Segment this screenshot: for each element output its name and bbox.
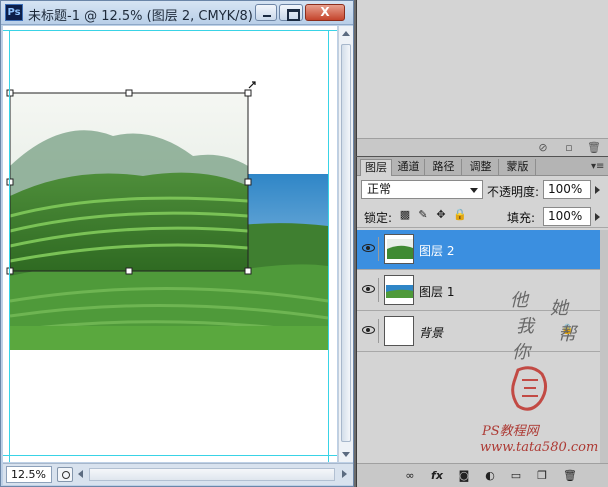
layer-row-layer1[interactable]: 图层 1 (357, 271, 601, 311)
opacity-input[interactable]: 100% (543, 180, 591, 199)
layer2-thumbnail-image (385, 235, 413, 263)
fx-icon[interactable]: fx (429, 469, 445, 483)
rotate-cursor-icon (248, 81, 256, 89)
folder-icon[interactable]: ▭ (509, 469, 523, 483)
layer-row-layer2[interactable]: 图层 2 (357, 230, 601, 270)
layer1-thumbnail-image (385, 276, 413, 304)
chevron-down-icon (470, 188, 478, 193)
trash-icon[interactable]: 🗑 (563, 469, 577, 483)
opacity-slider-icon[interactable] (595, 186, 600, 194)
status-bar: 12.5% (3, 463, 353, 485)
lock-all-icon[interactable]: 🔒 (453, 209, 467, 221)
lock-position-icon[interactable]: ✥ (435, 209, 447, 221)
layer-thumbnail (384, 316, 414, 346)
guide-top (3, 30, 337, 31)
visibility-toggle[interactable] (359, 278, 379, 302)
status-info-icon[interactable] (57, 467, 73, 482)
layers-panel-tabs: 图层 通道 路径 调整 蒙版 ▾≡ (357, 157, 608, 176)
opacity-label: 不透明度: (487, 185, 540, 199)
guide-left (9, 30, 10, 462)
guide-right (328, 30, 329, 462)
scroll-up-icon[interactable] (342, 31, 350, 36)
layer-thumbnail (384, 234, 414, 264)
layers-scrollbar[interactable] (600, 230, 608, 465)
layer2-image (9, 93, 249, 271)
fill-label: 填充: (507, 211, 536, 225)
lock-icon: 🔒 (561, 324, 574, 335)
tab-channels[interactable]: 通道 (393, 159, 425, 176)
adjustment-icon[interactable]: ◐ (483, 469, 497, 483)
document-canvas[interactable] (3, 26, 337, 462)
panel-menu-icon[interactable]: ▾≡ (591, 162, 604, 172)
document-window: Ps 未标题-1 @ 12.5% (图层 2, CMYK/8) * X 12.5… (0, 0, 354, 487)
blend-mode-value: 正常 (367, 182, 392, 196)
layer-name: 图层 2 (419, 244, 455, 258)
minimize-button[interactable] (255, 4, 277, 21)
scroll-left-icon[interactable] (78, 470, 83, 478)
link-icon[interactable]: ∞ (401, 469, 419, 483)
right-panels: ⊘ ▫ 🗑 图层 通道 路径 调整 蒙版 ▾≡ 正常 不透明度: 100% 锁定… (356, 0, 608, 487)
zoom-level-field[interactable]: 12.5% (6, 466, 52, 483)
blend-mode-select[interactable]: 正常 (361, 180, 483, 199)
tab-layers[interactable]: 图层 (360, 159, 392, 176)
minimize-icon (256, 5, 276, 20)
layers-panel: 图层 通道 路径 调整 蒙版 ▾≡ 正常 不透明度: 100% 锁定: ▩ ✎ … (356, 157, 608, 487)
lock-label: 锁定: (364, 211, 393, 225)
close-icon: X (320, 5, 330, 19)
new-item-icon[interactable]: ▫ (563, 142, 575, 154)
layer-name: 背景 (419, 326, 444, 340)
lock-row: 锁定: ▩ ✎ ✥ 🔒 填充: 100% (357, 204, 608, 228)
guide-bottom (3, 455, 337, 456)
upper-panel-footer: ⊘ ▫ 🗑 (357, 138, 608, 156)
tab-masks[interactable]: 蒙版 (500, 159, 536, 176)
layer-name: 图层 1 (419, 285, 455, 299)
trash-icon[interactable]: 🗑 (587, 142, 601, 154)
tab-adjustments[interactable]: 调整 (463, 159, 499, 176)
scroll-right-icon[interactable] (342, 470, 347, 478)
maximize-icon (280, 5, 302, 21)
document-titlebar[interactable]: Ps 未标题-1 @ 12.5% (图层 2, CMYK/8) * X (1, 1, 353, 25)
document-title: 未标题-1 @ 12.5% (图层 2, CMYK/8) * (28, 9, 264, 24)
visibility-toggle[interactable] (359, 319, 379, 343)
layer-row-background[interactable]: 背景 🔒 (357, 312, 601, 352)
layers-panel-toolbar: ∞ fx ◙ ◐ ▭ ❐ 🗑 (357, 463, 608, 487)
eye-icon (362, 285, 375, 293)
close-button[interactable]: X (305, 4, 345, 21)
fill-slider-icon[interactable] (595, 213, 600, 221)
vertical-scrollbar[interactable] (338, 26, 353, 462)
tab-paths[interactable]: 路径 (426, 159, 462, 176)
upper-panel: ⊘ ▫ 🗑 (356, 0, 608, 156)
eye-icon (362, 326, 375, 334)
photoshop-logo-icon: Ps (5, 4, 23, 21)
maximize-button[interactable] (279, 4, 303, 21)
scroll-down-icon[interactable] (342, 452, 350, 457)
fill-input[interactable]: 100% (543, 207, 591, 226)
visibility-toggle[interactable] (359, 237, 379, 261)
canvas-artwork (3, 30, 337, 462)
new-layer-icon[interactable]: ❐ (535, 469, 549, 483)
lock-image-icon[interactable]: ✎ (417, 209, 429, 221)
photoshop-window: Ps 未标题-1 @ 12.5% (图层 2, CMYK/8) * X 12.5… (0, 0, 608, 487)
lock-transparency-icon[interactable]: ▩ (399, 209, 411, 221)
mask-icon[interactable]: ◙ (457, 469, 471, 483)
layer-thumbnail (384, 275, 414, 305)
vertical-scroll-thumb[interactable] (341, 44, 351, 442)
eye-icon (362, 244, 375, 252)
horizontal-scrollbar[interactable] (89, 468, 335, 481)
no-entry-icon[interactable]: ⊘ (537, 142, 549, 154)
